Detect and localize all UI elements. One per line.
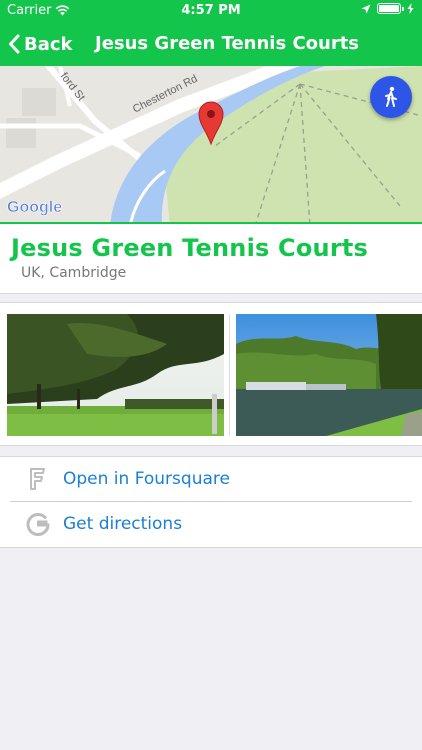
- status-time: 4:57 PM: [181, 3, 241, 18]
- back-button[interactable]: Back: [8, 30, 73, 58]
- place-info: Jesus Green Tennis Courts UK, Cambridge: [0, 224, 422, 294]
- photo-strip[interactable]: [0, 302, 422, 446]
- building-shape: [22, 88, 56, 116]
- get-directions-label: Get directions: [63, 514, 183, 534]
- google-g-icon: [26, 513, 50, 536]
- park-with-trees-photo: [7, 314, 224, 436]
- place-title: Jesus Green Tennis Courts: [11, 234, 369, 262]
- place-subtitle: UK, Cambridge: [21, 265, 127, 281]
- status-right-icons: [361, 3, 414, 14]
- charging-bolt-icon: [407, 3, 414, 14]
- back-label: Back: [24, 33, 73, 55]
- photo-park[interactable]: [7, 314, 224, 436]
- river-with-boats-photo: [236, 314, 422, 436]
- walking-person-icon: [385, 86, 397, 107]
- walking-directions-button[interactable]: [370, 76, 412, 118]
- location-arrow-icon: [361, 4, 371, 13]
- photo-river[interactable]: [236, 314, 422, 436]
- foursquare-icon: [30, 468, 45, 490]
- open-in-foursquare-button[interactable]: Open in Foursquare: [0, 457, 422, 502]
- get-directions-button[interactable]: Get directions: [0, 502, 422, 547]
- building-shape: [6, 118, 36, 148]
- battery-icon: [377, 3, 404, 14]
- app-header: Carrier 4:57 PM Back Jesus Green Tennis …: [0, 0, 422, 66]
- nav-bar: Back Jesus Green Tennis Courts: [0, 22, 422, 66]
- map-view[interactable]: Chesterton Rd ford St Google: [0, 66, 422, 222]
- nav-title: Jesus Green Tennis Courts: [95, 33, 360, 54]
- open-in-foursquare-label: Open in Foursquare: [63, 469, 230, 489]
- chevron-left-icon: [9, 34, 20, 54]
- map-canvas: Chesterton Rd ford St Google: [0, 66, 422, 222]
- google-attribution: Google: [7, 199, 62, 216]
- status-bar: Carrier 4:57 PM: [0, 0, 422, 22]
- actions-list: Open in Foursquare Get directions: [0, 456, 422, 548]
- photo-separator: [229, 314, 230, 436]
